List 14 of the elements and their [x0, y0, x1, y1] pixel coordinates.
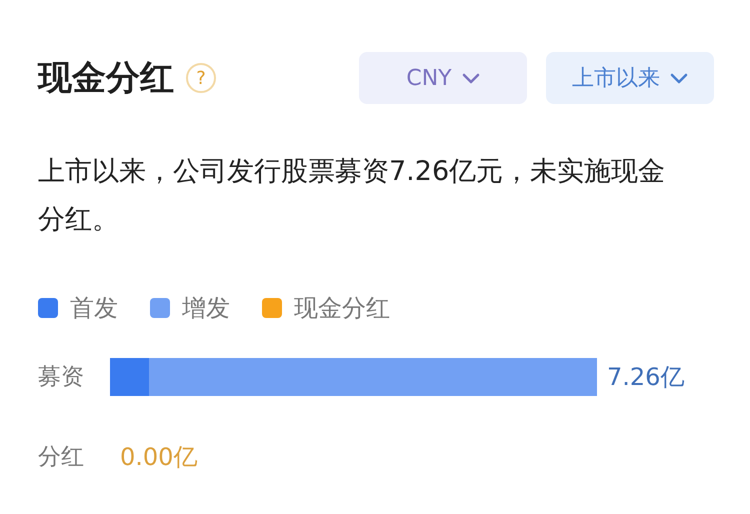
chevron-down-icon — [670, 72, 688, 84]
chevron-down-icon — [462, 72, 480, 84]
dropdown-button[interactable]: CNY — [359, 52, 527, 104]
row-label: 募资 — [38, 362, 85, 392]
legend-label: 现金分红 — [294, 293, 390, 324]
section-title: 现金分红 — [38, 61, 174, 95]
value-label: 7.26亿 — [607, 362, 684, 393]
legend-label: 首发 — [70, 293, 118, 324]
help-icon[interactable]: ? — [186, 63, 216, 93]
summary-text: 上市以来，公司发行股票募资7.26亿元，未实施现金分红。 — [38, 155, 666, 237]
row-label: 分红 — [38, 442, 85, 472]
legend-label: 增发 — [182, 293, 230, 324]
dropdown-button[interactable]: 上市以来 — [546, 52, 714, 104]
value-label: 0.00亿 — [120, 442, 198, 473]
